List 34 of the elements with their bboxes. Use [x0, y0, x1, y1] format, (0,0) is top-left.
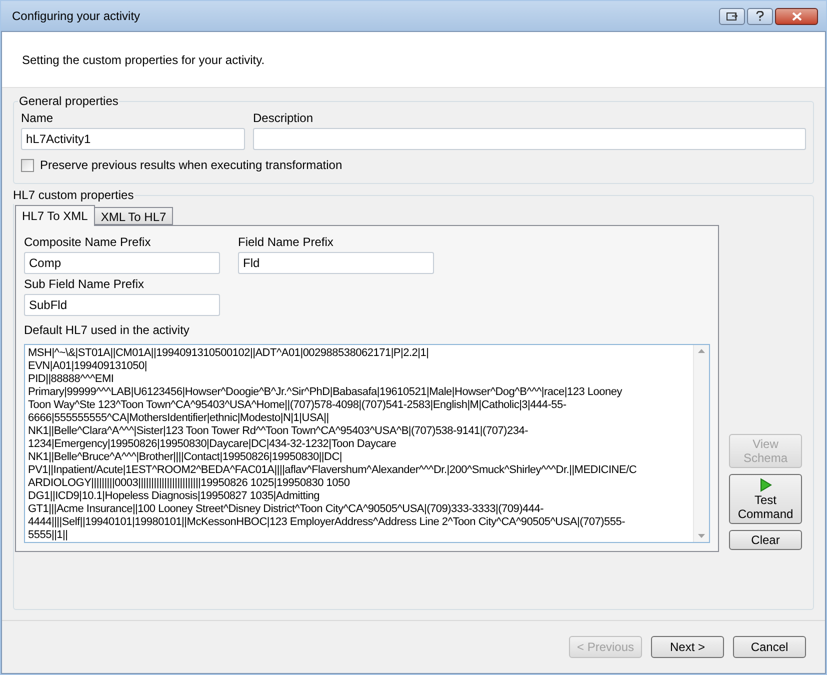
restore-window-button[interactable] — [719, 8, 745, 24]
hl7-message-field[interactable]: MSH|^~\&|ST01A||CM01A||1994091310500102||ADT^A01|002988538062171|P|2.2|1| EVN|A01|199409131050| PID||88888^^^EMI Primary|99999^^^LAB|U6123456|Howser^Doogie^B^Jr.^Sir^PhD|Babasafa|19610521|Male|Howser^Dog^B^^^|race|123 Looney Toon Way^Ste 123^Toon Town^CA^95403^USA^Home||(707)578-4098|(707)541-2583|English|M|Catholic|3|444-55- 6666|555555555^CA|MothersIdentifier|ethnic|Modesto|N|1|USA|| NK1||Belle^Clara^A^^^|Sister|123 Toon Tower Rd^^Toon Town^CA^95403^USA^B|(707)538-9141|(707)234- 1234|Emergency|19950826|19950830|Daycare|DC|434-32-1232|Toon Daycare NK1||Belle^Bruce^A^^^|Brother||||Contact|19950826|19950830||DC| PV1||Inpatient/Acute|1EST^ROOM2^BEDA^FAC01A||||aflav^Flavershum^Alexander^^^Dr.|200^Smuck^Shirley^^^Dr.||MEDICINE/C ARDIOLOGY|||||||||0003||||||||||||||||||||||||19950826 1025|19950830 1050 DG1||ICD9|10.1|Hopeless Diagnosis|19950827 1035|Admitting GT1|||Acme Insurance||100 Looney Street^Disney District^Toon City^CA^90505^USA|(709)333-3333|(709)444- 4444||||Self||19940101|19980101||McKessonHBOC|123 EmployerAddress^Address Line 2^Toon City^CA^90505^USA|(707)555- 5555||1|| — [25, 345, 693, 542]
tab[interactable]: HL7 To XML — [15, 205, 95, 226]
scroll-up-icon — [698, 349, 705, 353]
field-label: Description — [253, 110, 314, 126]
dialog-button[interactable]: Next > — [651, 636, 724, 658]
subtitle: Setting the custom properties for your activity. — [22, 52, 265, 68]
subfield-prefix-field[interactable]: SubFld — [24, 294, 220, 316]
description-field[interactable] — [253, 128, 806, 150]
scrollbar[interactable] — [693, 345, 709, 542]
group-title: General properties — [18, 93, 120, 110]
field-label: Default HL7 used in the activity — [24, 323, 190, 337]
close-button[interactable] — [775, 8, 818, 24]
name-field[interactable]: hL7Activity1 — [21, 128, 245, 150]
field-label: Composite Name Prefix — [24, 234, 152, 250]
window-icon — [726, 12, 738, 20]
checkbox-label: Preserve previous results when executing transformation — [40, 157, 342, 174]
window-title: Configuring your activity — [12, 8, 140, 25]
help-button[interactable] — [747, 8, 773, 24]
field-prefix-field[interactable]: Fld — [238, 252, 434, 274]
group-title: HL7 custom properties — [12, 187, 135, 204]
test-command-button[interactable]: Test Command — [729, 474, 802, 524]
field-label: Field Name Prefix — [238, 234, 334, 250]
composite-prefix-field[interactable]: Comp — [24, 252, 220, 274]
field-label: Sub Field Name Prefix — [24, 276, 146, 292]
checkbox[interactable] — [21, 158, 34, 172]
scroll-down-icon — [698, 534, 705, 538]
close-icon — [792, 12, 802, 20]
dialog-button[interactable]: Clear — [729, 530, 802, 550]
field-label: Name — [21, 110, 54, 126]
play-icon — [760, 478, 772, 492]
dialog-button[interactable]: Cancel — [733, 636, 806, 658]
help-icon — [756, 11, 764, 21]
tab[interactable]: XML To HL7 — [94, 207, 174, 225]
